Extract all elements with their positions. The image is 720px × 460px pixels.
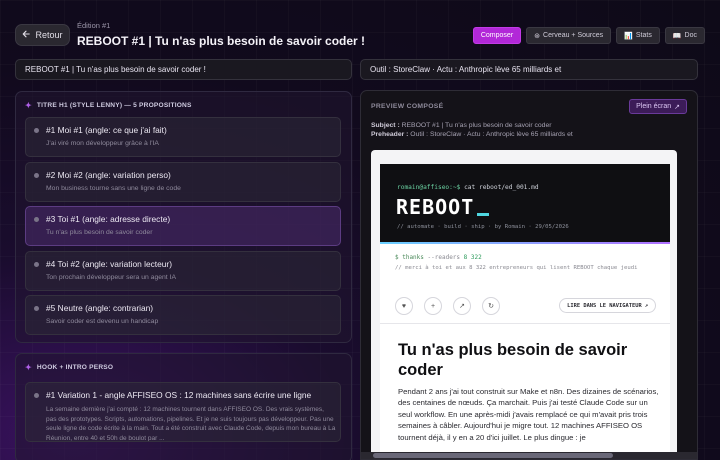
article-body: Pendant 2 ans j'ai tout construit sur Ma… <box>398 387 659 442</box>
edition-label: Édition #1 <box>77 21 111 30</box>
radio-dot-icon <box>34 217 39 222</box>
brand-text: REBOOT <box>396 195 475 219</box>
newsletter-brand: REBOOT <box>396 195 490 219</box>
hook-title: #1 Variation 1 - angle AFFISEO OS : 12 m… <box>46 390 312 400</box>
heart-icon[interactable]: ♥ <box>395 297 413 315</box>
preview-preheader-value: Outil : StoreClaw · Actu : Anthropic lèv… <box>410 131 573 138</box>
thanks-line: $ thanks --readers 8 322 <box>395 254 482 261</box>
proposition-title: #4 Toi #2 (angle: variation lecteur) <box>46 259 173 269</box>
email-action-row: ♥ + ↗ ↻ LIRE DANS LE NAVIGATEUR ↗ <box>380 290 670 324</box>
radio-dot-icon <box>34 128 39 133</box>
radio-dot-icon <box>34 393 39 398</box>
preview-panel: PREVIEW COMPOSÉ Plein écran ↗ Subject : … <box>360 90 698 460</box>
radio-dot-icon <box>34 262 39 267</box>
radio-dot-icon <box>34 173 39 178</box>
share-icon[interactable]: ↗ <box>453 297 471 315</box>
terminal-prompt: romain@affiseo:~$ cat reboot/ed_001.md <box>397 184 539 191</box>
thanks-block: $ thanks --readers 8 322 // merci à toi … <box>380 244 670 290</box>
tab-composer-label: Composer <box>480 32 514 39</box>
email-preview: romain@affiseo:~$ cat reboot/ed_001.md R… <box>371 150 677 459</box>
hook-text: La semaine dernière j'ai compté : 12 mac… <box>46 406 336 442</box>
plus-icon[interactable]: + <box>424 297 442 315</box>
email-hero: romain@affiseo:~$ cat reboot/ed_001.md R… <box>380 164 670 244</box>
page-header: Retour Édition #1 REBOOT #1 | Tu n'as pl… <box>15 18 705 52</box>
sparkle-icon: ✦ <box>25 101 32 110</box>
read-in-browser-button[interactable]: LIRE DANS LE NAVIGATEUR ↗ <box>559 298 656 313</box>
read-in-browser-label: LIRE DANS LE NAVIGATEUR <box>567 302 642 309</box>
title-proposition-3[interactable]: #3 Toi #1 (angle: adresse directe) Tu n'… <box>25 206 341 246</box>
prompt-command: cat reboot/ed_001.md <box>460 184 539 191</box>
proposition-text: Mon business tourne sans une ligne de co… <box>46 185 181 192</box>
book-icon: 📖 <box>672 32 682 40</box>
arrow-left-icon <box>22 30 31 40</box>
title-propositions-panel: ✦ TITRE H1 (STYLE LENNY) — 5 PROPOSITION… <box>15 91 352 343</box>
top-tabs: Composer ⊛ Cerveau + Sources 📊 Stats 📖 D… <box>472 27 705 44</box>
refresh-icon[interactable]: ↻ <box>482 297 500 315</box>
tab-stats-label: Stats <box>635 32 652 39</box>
brain-icon: ⊛ <box>534 32 541 40</box>
title-proposition-4[interactable]: #4 Toi #2 (angle: variation lecteur) Ton… <box>25 251 341 291</box>
proposition-title: #5 Neutre (angle: contrarian) <box>46 303 154 313</box>
external-arrow-icon: ↗ <box>644 302 648 309</box>
page-title: REBOOT #1 | Tu n'as plus besoin de savoi… <box>77 34 366 48</box>
radio-dot-icon <box>34 306 39 311</box>
preview-subject-value: REBOOT #1 | Tu n'as plus besoin de savoi… <box>401 122 552 129</box>
preview-label: PREVIEW COMPOSÉ <box>371 103 444 110</box>
back-button-label: Retour <box>35 30 63 40</box>
scrollbar-thumb[interactable] <box>373 453 613 458</box>
title-proposition-5[interactable]: #5 Neutre (angle: contrarian) Savoir cod… <box>25 295 341 335</box>
preview-preheader-key: Preheader : <box>371 131 409 138</box>
tab-stats[interactable]: 📊 Stats <box>616 27 660 44</box>
proposition-text: Savoir coder est devenu un handicap <box>46 318 159 325</box>
fullscreen-button[interactable]: Plein écran ↗ <box>629 99 687 114</box>
hook-panel-heading-text: HOOK + INTRO PERSO <box>36 364 114 371</box>
cursor-icon <box>477 213 490 216</box>
preview-subject: Subject : REBOOT #1 | Tu n'as plus besoi… <box>371 122 552 129</box>
title-proposition-2[interactable]: #2 Moi #2 (angle: variation perso) Mon b… <box>25 162 341 202</box>
title-panel-heading-text: TITRE H1 (STYLE LENNY) — 5 PROPOSITIONS <box>36 102 192 109</box>
prompt-user: romain@affiseo:~$ <box>397 184 461 191</box>
proposition-title: #3 Toi #1 (angle: adresse directe) <box>46 214 171 224</box>
reader-count: 8 322 <box>463 254 482 261</box>
back-button[interactable]: Retour <box>15 24 70 46</box>
preview-subject-key: Subject : <box>371 122 400 129</box>
thanks-command: $ thanks <box>395 254 424 261</box>
title-panel-heading: ✦ TITRE H1 (STYLE LENNY) — 5 PROPOSITION… <box>25 101 192 110</box>
subject-input[interactable]: REBOOT #1 | Tu n'as plus besoin de savoi… <box>15 59 352 80</box>
sparkle-icon: ✦ <box>25 363 32 372</box>
tab-doc[interactable]: 📖 Doc <box>664 27 705 44</box>
preview-preheader: Preheader : Outil : StoreClaw · Actu : A… <box>371 131 573 138</box>
tab-composer[interactable]: Composer <box>472 27 522 44</box>
title-proposition-1[interactable]: #1 Moi #1 (angle: ce que j'ai fait) J'ai… <box>25 117 341 157</box>
proposition-text: Ton prochain développeur sera un agent I… <box>46 274 176 281</box>
article-title: Tu n'as plus besoin de savoir coder <box>398 341 628 379</box>
external-arrow-icon: ↗ <box>674 103 680 111</box>
proposition-title: #2 Moi #2 (angle: variation perso) <box>46 170 171 180</box>
proposition-text: Tu n'as plus besoin de savoir coder <box>46 229 153 236</box>
hook-variation-1[interactable]: #1 Variation 1 - angle AFFISEO OS : 12 m… <box>25 382 341 442</box>
email-article: Tu n'as plus besoin de savoir coder Pend… <box>380 324 670 459</box>
hook-panel-heading: ✦ HOOK + INTRO PERSO <box>25 363 113 372</box>
thanks-flag: --readers <box>423 254 464 261</box>
newsletter-tagline: // automate · build · ship · by Romain ·… <box>397 224 569 230</box>
tab-doc-label: Doc <box>684 32 697 39</box>
horizontal-scrollbar[interactable] <box>361 452 697 459</box>
thanks-subtext: // merci à toi et aux 8 322 entrepreneur… <box>395 265 638 271</box>
preheader-input[interactable]: Outil : StoreClaw · Actu : Anthropic lèv… <box>360 59 698 80</box>
proposition-title: #1 Moi #1 (angle: ce que j'ai fait) <box>46 125 167 135</box>
proposition-text: J'ai viré mon développeur grâce à l'IA <box>46 140 159 147</box>
chart-icon: 📊 <box>624 32 633 40</box>
tab-cerveau-sources-label: Cerveau + Sources <box>543 32 604 39</box>
tab-cerveau-sources[interactable]: ⊛ Cerveau + Sources <box>526 27 612 44</box>
hook-intro-panel: ✦ HOOK + INTRO PERSO #1 Variation 1 - an… <box>15 353 352 460</box>
fullscreen-label: Plein écran <box>636 103 672 110</box>
